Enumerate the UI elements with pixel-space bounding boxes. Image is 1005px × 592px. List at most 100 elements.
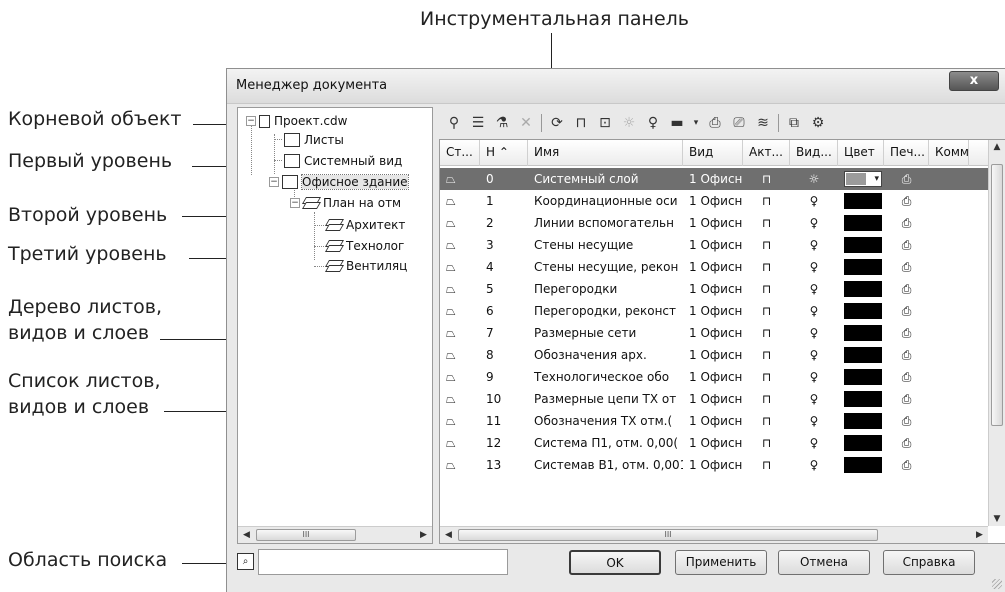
printer-icon[interactable]: ⎙ bbox=[884, 432, 929, 454]
visibility-icon[interactable]: ♀ bbox=[790, 454, 838, 476]
lock-icon[interactable]: ⊓ bbox=[743, 234, 790, 256]
visibility-icon[interactable]: ♀ bbox=[790, 256, 838, 278]
col-view[interactable]: Вид bbox=[683, 140, 743, 166]
lock-icon[interactable]: ⊓ bbox=[743, 454, 790, 476]
col-visible[interactable]: Вид... bbox=[790, 140, 838, 166]
lock-icon[interactable]: ⊓ bbox=[743, 322, 790, 344]
table-row[interactable]: ⏢ 13 Системав В1, отм. 0,001 1 Офисн ⊓ ♀ ⎙ bbox=[440, 454, 988, 476]
color-swatch[interactable] bbox=[844, 347, 882, 363]
color-swatch[interactable] bbox=[844, 171, 882, 187]
color-swatch[interactable] bbox=[838, 300, 884, 322]
lock-icon[interactable]: ⊓ bbox=[743, 366, 790, 388]
lock-icon[interactable]: ⊓ bbox=[743, 278, 790, 300]
copy-properties-icon[interactable]: ⧉ bbox=[785, 114, 803, 132]
color-swatch[interactable] bbox=[838, 388, 884, 410]
color-swatch[interactable] bbox=[838, 256, 884, 278]
scroll-down-icon[interactable]: ▼ bbox=[991, 514, 1003, 524]
scroll-up-icon[interactable]: ▲ bbox=[991, 142, 1003, 152]
scroll-thumb[interactable]: III bbox=[458, 529, 878, 541]
printer-icon[interactable]: ⎙ bbox=[884, 322, 929, 344]
table-row[interactable]: ⏢ 5 Перегородки 1 Офисн ⊓ ♀ ⎙ bbox=[440, 278, 988, 300]
lock-icon[interactable]: ⊓ bbox=[743, 256, 790, 278]
visibility-icon[interactable]: ♀ bbox=[790, 388, 838, 410]
color-swatch[interactable] bbox=[838, 168, 884, 190]
visibility-icon[interactable]: ♀ bbox=[790, 212, 838, 234]
filter-icon[interactable]: ⚗ bbox=[493, 114, 511, 132]
search-icon[interactable]: ⌕ bbox=[237, 553, 254, 570]
col-print[interactable]: Печ... bbox=[884, 140, 929, 166]
color-swatch[interactable] bbox=[844, 457, 882, 473]
col-number[interactable]: Н ⌃ bbox=[480, 140, 528, 166]
visibility-icon[interactable]: ♀ bbox=[790, 190, 838, 212]
scroll-thumb[interactable]: III bbox=[256, 529, 356, 541]
color-swatch[interactable] bbox=[844, 237, 882, 253]
printer-icon[interactable]: ⎙ bbox=[884, 190, 929, 212]
lock-icon[interactable]: ⊓ bbox=[743, 190, 790, 212]
scroll-right-icon[interactable]: ▶ bbox=[417, 529, 430, 541]
scroll-left-icon[interactable]: ◀ bbox=[442, 529, 455, 541]
lock-icon[interactable]: ⊓ bbox=[743, 300, 790, 322]
printer-icon[interactable]: ⎙ bbox=[884, 366, 929, 388]
visibility-icon[interactable]: ♀ bbox=[790, 344, 838, 366]
color-swatch[interactable] bbox=[844, 369, 882, 385]
scroll-left-icon[interactable]: ◀ bbox=[240, 529, 253, 541]
tree-node-plan[interactable]: − План на отм bbox=[290, 194, 401, 212]
color-swatch[interactable] bbox=[838, 432, 884, 454]
apply-button[interactable]: Применить bbox=[675, 550, 767, 575]
layer-list[interactable]: Ст... Н ⌃ Имя Вид Акт... Вид... Цвет Печ… bbox=[439, 139, 1005, 544]
document-tree[interactable]: − Проект.cdw Листы Системный вид − Офисн… bbox=[237, 107, 433, 544]
table-row[interactable]: ⏢ 2 Линии вспомогательн 1 Офисн ⊓ ♀ ⎙ bbox=[440, 212, 988, 234]
printer-icon[interactable]: ⎙ bbox=[884, 344, 929, 366]
color-swatch[interactable] bbox=[838, 454, 884, 476]
visibility-icon[interactable]: ♀ bbox=[790, 300, 838, 322]
resize-grip[interactable] bbox=[992, 579, 1002, 589]
col-status[interactable]: Ст... bbox=[440, 140, 480, 166]
tree-hscrollbar[interactable]: ◀ III ▶ bbox=[238, 526, 432, 543]
printer-icon[interactable]: ⎙ bbox=[884, 278, 929, 300]
grid-hscrollbar[interactable]: ◀ III ▶ bbox=[440, 526, 988, 543]
visible-off-icon[interactable]: ☼ bbox=[620, 114, 638, 132]
make-current-icon[interactable]: ⟳ bbox=[548, 114, 566, 132]
color-swatch[interactable] bbox=[838, 410, 884, 432]
visibility-icon[interactable]: ♀ bbox=[790, 234, 838, 256]
no-print-icon[interactable]: ⎚ bbox=[730, 114, 748, 132]
tree-node-system-view[interactable]: Системный вид bbox=[284, 152, 402, 170]
table-row[interactable]: ⏢ 11 Обозначения ТХ отм.(1 Офисн ⊓ ♀ ⎙ bbox=[440, 410, 988, 432]
color-swatch[interactable] bbox=[844, 281, 882, 297]
visibility-icon[interactable]: ♀ bbox=[790, 366, 838, 388]
col-comment[interactable]: Комм bbox=[929, 140, 969, 166]
table-row[interactable]: ⏢ 9 Технологическое обо 1 Офисн ⊓ ♀ ⎙ bbox=[440, 366, 988, 388]
color-swatch[interactable] bbox=[844, 391, 882, 407]
color-swatch[interactable] bbox=[844, 303, 882, 319]
lock-icon[interactable]: ⊡ bbox=[596, 114, 614, 132]
table-row[interactable]: ⏢ 10 Размерные цепи ТХ от 1 Офисн ⊓ ♀ ⎙ bbox=[440, 388, 988, 410]
color-swatch[interactable] bbox=[838, 212, 884, 234]
lock-icon[interactable]: ⊓ bbox=[743, 388, 790, 410]
visibility-icon[interactable]: ♀ bbox=[790, 278, 838, 300]
visibility-icon[interactable]: ♀ bbox=[790, 322, 838, 344]
color-swatch[interactable] bbox=[844, 259, 882, 275]
table-row[interactable]: ⏢ 12 Система П1, отм. 0,00(1 Офисн ⊓ ♀ ⎙ bbox=[440, 432, 988, 454]
scroll-right-icon[interactable]: ▶ bbox=[973, 529, 986, 541]
color-icon[interactable]: ▬ bbox=[668, 114, 686, 132]
color-swatch[interactable] bbox=[838, 234, 884, 256]
color-swatch[interactable] bbox=[844, 193, 882, 209]
table-row[interactable]: ⏢ 6 Перегородки, реконст 1 Офисн ⊓ ♀ ⎙ bbox=[440, 300, 988, 322]
visibility-icon[interactable]: ♀ bbox=[790, 432, 838, 454]
color-swatch[interactable] bbox=[844, 435, 882, 451]
lock-icon[interactable]: ⊓ bbox=[743, 432, 790, 454]
tree-node-layer-tech[interactable]: Технолог bbox=[326, 237, 404, 255]
col-active[interactable]: Акт... bbox=[743, 140, 790, 166]
col-name[interactable]: Имя bbox=[528, 140, 683, 166]
tree-node-root[interactable]: − Проект.cdw bbox=[246, 112, 347, 130]
table-row[interactable]: ⏢ 1 Координационные оси 1 Офисн ⊓ ♀ ⎙ bbox=[440, 190, 988, 212]
printer-icon[interactable]: ⎙ bbox=[884, 256, 929, 278]
new-sheet-icon[interactable]: ⚲ bbox=[445, 114, 463, 132]
color-swatch[interactable] bbox=[838, 366, 884, 388]
col-color[interactable]: Цвет bbox=[838, 140, 884, 166]
collapse-icon[interactable]: − bbox=[269, 177, 279, 187]
table-row[interactable]: ⏢ 7 Размерные сети 1 Офисн ⊓ ♀ ⎙ bbox=[440, 322, 988, 344]
tree-node-sheets[interactable]: Листы bbox=[284, 131, 344, 149]
delete-icon[interactable]: ✕ bbox=[517, 114, 535, 132]
lock-icon[interactable]: ⊓ bbox=[743, 410, 790, 432]
